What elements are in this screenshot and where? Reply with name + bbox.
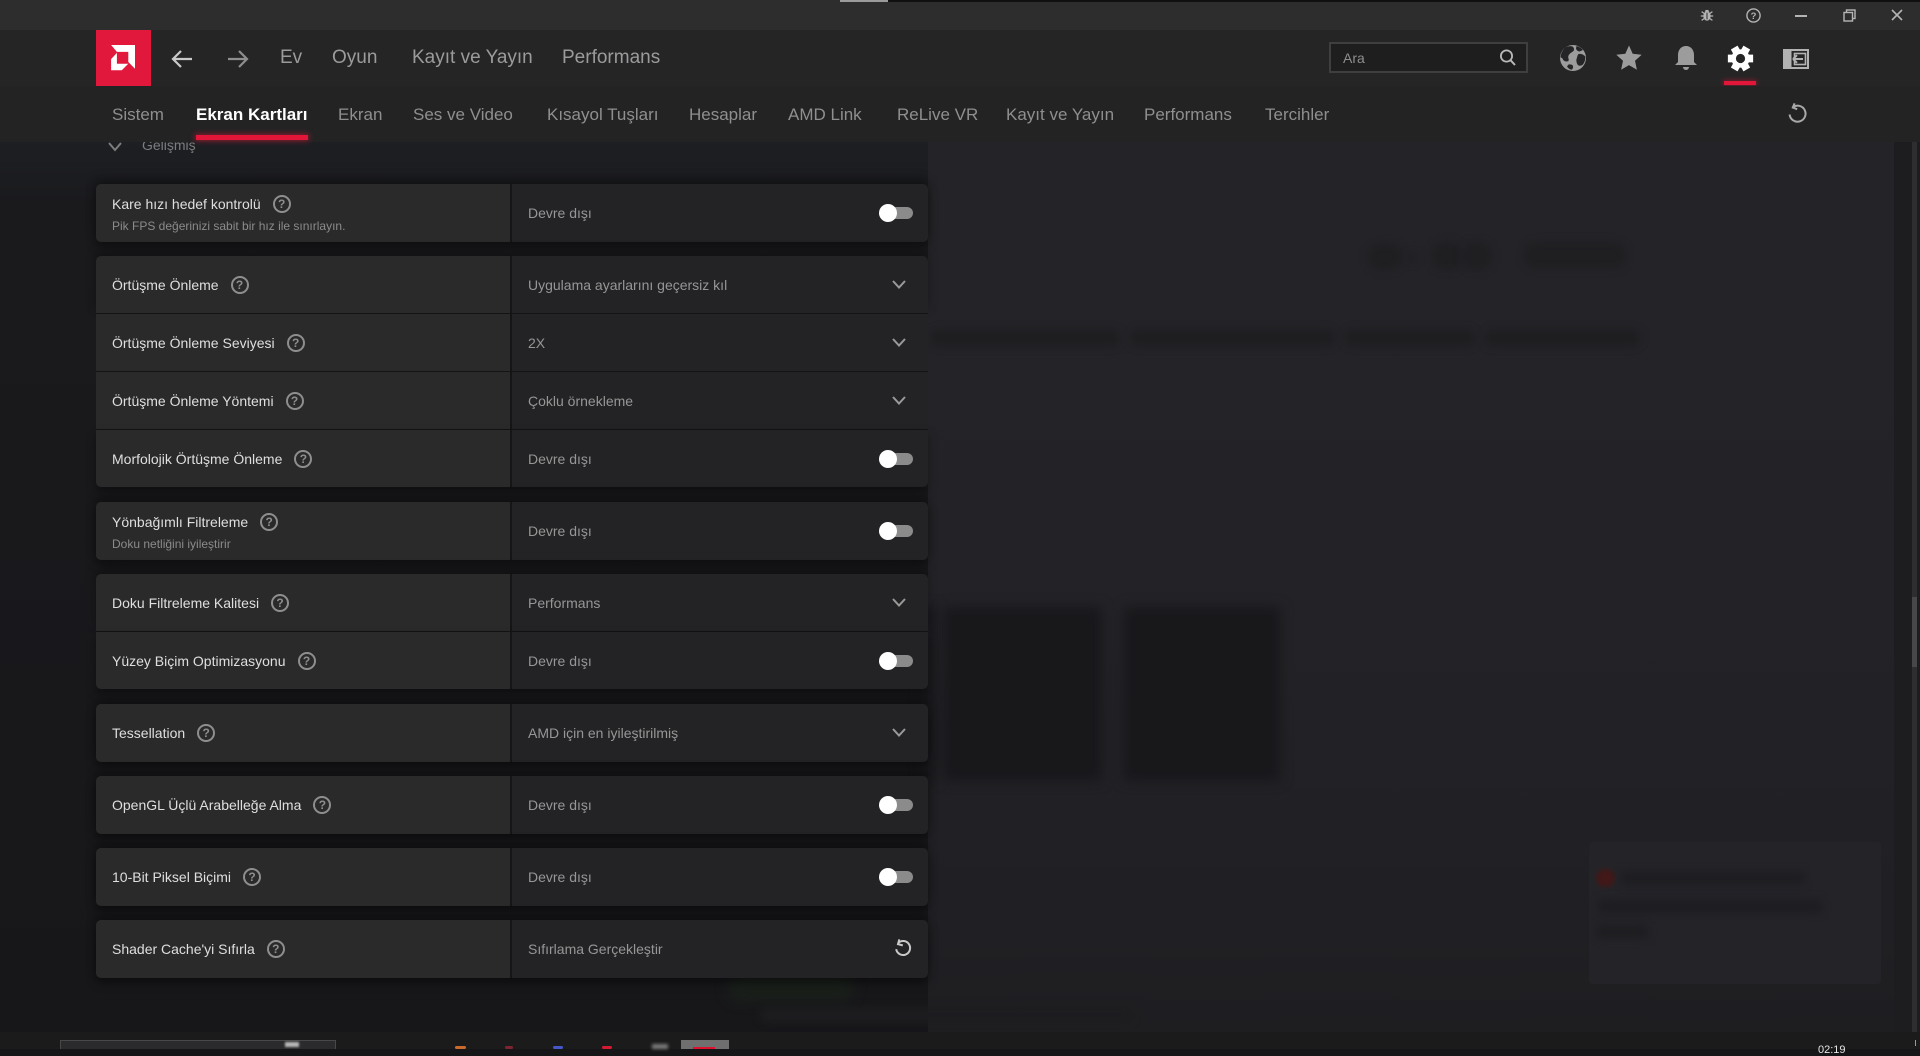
- svg-text:?: ?: [1751, 11, 1757, 22]
